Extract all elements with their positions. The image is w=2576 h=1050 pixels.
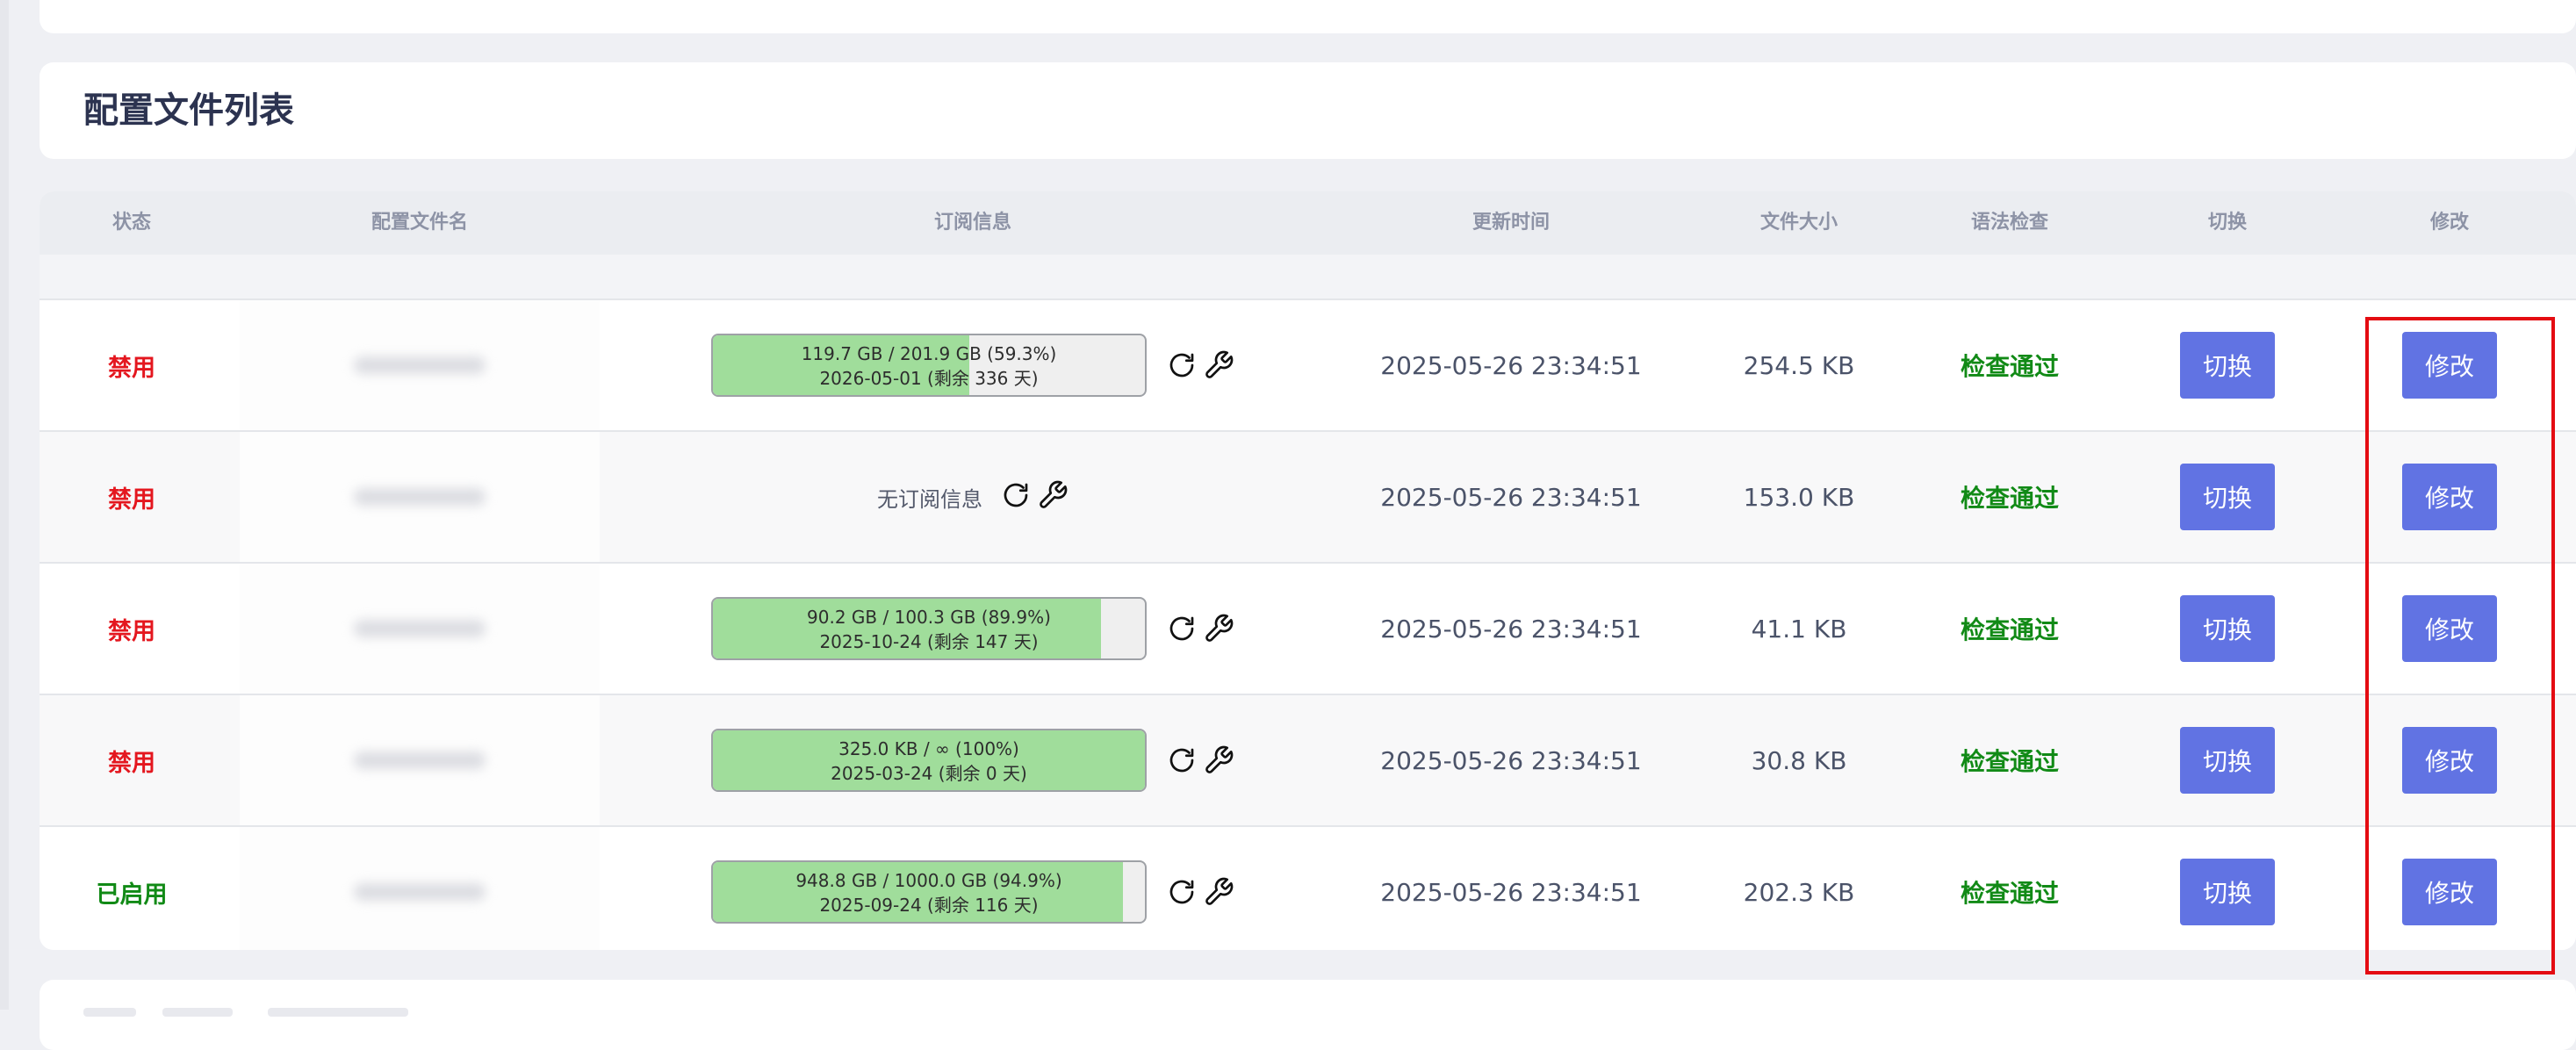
usage-progress-bar: 119.7 GB / 201.9 GB (59.3%) 2026-05-01 (剩… [711,334,1147,397]
syntax-check-status: 检查通过 [1960,352,2060,381]
top-card [40,0,2576,33]
no-subscription-text: 无订阅信息 [877,486,982,512]
status-badge: 禁用 [108,617,155,645]
config-name-redacted [240,695,600,825]
expiry-text: 2025-09-24 (剩余 116 天) [819,895,1039,916]
updated-time: 2025-05-26 23:34:51 [1380,614,1642,644]
subscription-info: 119.7 GB / 201.9 GB (59.3%) 2026-05-01 (剩… [711,334,1234,397]
config-name-redacted [240,564,600,694]
refresh-icon[interactable] [1166,613,1198,644]
edit-button[interactable]: 修改 [2402,332,2497,399]
syntax-check-status: 检查通过 [1960,615,2060,644]
file-size: 153.0 KB [1743,482,1855,512]
usage-text: 119.7 GB / 201.9 GB (59.3%) [801,343,1057,364]
usage-text: 948.8 GB / 1000.0 GB (94.9%) [795,870,1062,891]
usage-progress-bar: 948.8 GB / 1000.0 GB (94.9%) 2025-09-24 (… [711,860,1147,924]
file-size: 254.5 KB [1743,350,1855,380]
header-syntax: 语法检查 [1970,212,2049,234]
updated-time: 2025-05-26 23:34:51 [1380,350,1642,380]
status-badge: 禁用 [108,749,155,777]
updated-time: 2025-05-26 23:34:51 [1380,877,1642,907]
wrench-icon[interactable] [1203,876,1234,908]
table-spacer-row [40,255,2576,300]
switch-button[interactable]: 切换 [2180,727,2275,794]
config-name-redacted [240,300,600,430]
config-name-redacted [240,432,600,562]
wrench-icon[interactable] [1203,744,1234,776]
expiry-text: 2025-03-24 (剩余 0 天) [831,763,1027,784]
header-edit: 修改 [2429,212,2470,234]
section-title: 配置文件列表 [83,90,294,131]
table-row: 禁用 90.2 GB / 100.3 GB (89.9%) 2025-10-24 (… [40,564,2576,695]
table-row: 已启用 948.8 GB / 1000.0 GB (94.9%) 2025-09-2… [40,827,2576,950]
header-status: 状态 [112,212,152,234]
header-updated: 更新时间 [1471,212,1551,234]
syntax-check-status: 检查通过 [1960,484,2060,513]
switch-button[interactable]: 切换 [2180,464,2275,530]
expiry-text: 2026-05-01 (剩余 336 天) [819,368,1039,389]
config-name-redacted [240,827,600,950]
file-size: 41.1 KB [1751,614,1847,644]
usage-progress-bar: 90.2 GB / 100.3 GB (89.9%) 2025-10-24 (剩余… [711,597,1147,660]
status-badge: 禁用 [108,354,155,382]
edit-button[interactable]: 修改 [2402,464,2497,530]
updated-time: 2025-05-26 23:34:51 [1380,482,1642,512]
refresh-icon[interactable] [1166,744,1198,776]
header-subscription: 订阅信息 [933,212,1012,234]
subscription-info: 90.2 GB / 100.3 GB (89.9%) 2025-10-24 (剩余… [711,597,1234,660]
table-header: 状态 配置文件名 订阅信息 更新时间 文件大小 语法检查 切换 修改 [40,191,2576,255]
header-name: 配置文件名 [371,212,469,234]
section-header-card: 配置文件列表 [40,62,2576,159]
syntax-check-status: 检查通过 [1960,747,2060,776]
usage-progress-bar: 325.0 KB / ∞ (100%) 2025-03-24 (剩余 0 天) [711,729,1147,792]
bottom-card [40,980,2576,1050]
switch-button[interactable]: 切换 [2180,332,2275,399]
file-size: 30.8 KB [1751,745,1847,775]
switch-button[interactable]: 切换 [2180,595,2275,662]
status-badge: 已启用 [96,881,168,909]
edit-button[interactable]: 修改 [2402,859,2497,925]
refresh-icon[interactable] [1166,349,1198,381]
wrench-icon[interactable] [1203,613,1234,644]
page-left-edge [0,0,9,1010]
wrench-icon[interactable] [1203,349,1234,381]
updated-time: 2025-05-26 23:34:51 [1380,745,1642,775]
file-size: 202.3 KB [1743,877,1855,907]
switch-button[interactable]: 切换 [2180,859,2275,925]
header-switch: 切换 [2207,212,2248,234]
status-badge: 禁用 [108,485,155,514]
subscription-info: 325.0 KB / ∞ (100%) 2025-03-24 (剩余 0 天) [711,729,1234,792]
expiry-text: 2025-10-24 (剩余 147 天) [819,631,1039,652]
header-size: 文件大小 [1759,212,1838,234]
table-row: 禁用 119.7 GB / 201.9 GB (59.3%) 2026-05-01 … [40,300,2576,432]
edit-button[interactable]: 修改 [2402,727,2497,794]
subscription-info: 948.8 GB / 1000.0 GB (94.9%) 2025-09-24 (… [711,860,1234,924]
table-row: 禁用 无订阅信息 2025-05-26 23:34:51 153.0 KB 检查通过 切换… [40,432,2576,564]
edit-button[interactable]: 修改 [2402,595,2497,662]
wrench-icon[interactable] [1037,479,1069,514]
syntax-check-status: 检查通过 [1960,879,2060,908]
subscription-info: 无订阅信息 [877,479,1069,514]
refresh-icon[interactable] [1166,876,1198,908]
refresh-icon[interactable] [1000,479,1032,514]
usage-text: 90.2 GB / 100.3 GB (89.9%) [807,607,1051,628]
table-row: 禁用 325.0 KB / ∞ (100%) 2025-03-24 (剩余 0 天)… [40,695,2576,827]
config-table-card: 状态 配置文件名 订阅信息 更新时间 文件大小 语法检查 切换 修改 禁用 119… [40,191,2576,950]
usage-text: 325.0 KB / ∞ (100%) [838,738,1019,759]
